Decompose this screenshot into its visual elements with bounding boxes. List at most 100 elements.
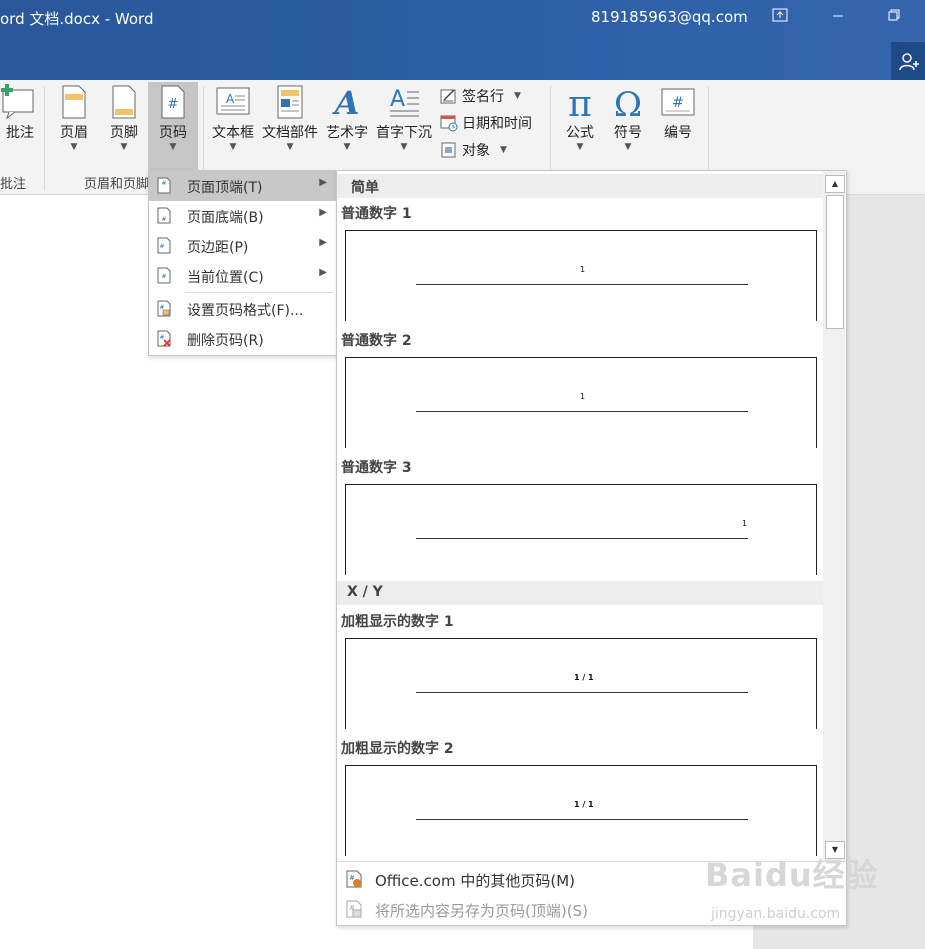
- restore-icon[interactable]: [874, 6, 914, 30]
- object-button[interactable]: 对象 ▼: [440, 140, 507, 160]
- object-icon: [441, 142, 456, 158]
- wordart-icon: A: [332, 84, 360, 120]
- menu-item-current-position[interactable]: # 当前位置(C) ▶: [149, 261, 337, 291]
- format-page-number-icon: #: [157, 300, 171, 317]
- signature-icon: [440, 89, 456, 104]
- page-number-menu: # 页面顶端(T) ▶ # 页面底端(B) ▶ # 页边距(P) ▶ # 当前位…: [148, 170, 338, 356]
- gallery-scrollbar[interactable]: ▲ ▼: [823, 171, 845, 861]
- chevron-down-icon: ▼: [343, 142, 351, 152]
- ribbon-display-options-icon[interactable]: [760, 6, 800, 30]
- menu-item-format-page-numbers[interactable]: # 设置页码格式(F)...: [149, 294, 337, 324]
- gallery-item-bold-number-1[interactable]: 1 / 1: [345, 638, 817, 729]
- page-bottom-icon: #: [157, 207, 171, 224]
- page-number-icon: #: [161, 85, 185, 119]
- page-top-icon: #: [157, 177, 171, 194]
- gallery-item-title: 加粗显示的数字 2: [341, 741, 454, 757]
- page-number-button[interactable]: # 页码 ▼: [148, 82, 198, 170]
- save-to-gallery-icon: #: [346, 900, 362, 918]
- thumb-header-line: [416, 692, 748, 693]
- svg-text:A: A: [390, 87, 405, 112]
- gallery-item-plain-number-3[interactable]: 1: [345, 484, 817, 575]
- account-email[interactable]: 819185963@qq.com: [591, 8, 748, 26]
- gallery-item-title: 普通数字 1: [341, 206, 412, 222]
- remove-page-number-icon: #: [157, 330, 171, 347]
- chevron-right-icon: ▶: [319, 207, 327, 218]
- menu-separator: [185, 292, 333, 293]
- gallery-item-title: 加粗显示的数字 1: [341, 614, 454, 630]
- thumb-page-number: 1 / 1: [574, 673, 594, 682]
- thumb-page-number: 1: [742, 519, 748, 528]
- svg-text:#: #: [161, 216, 166, 223]
- minimize-icon[interactable]: [818, 6, 858, 30]
- thumb-page-number: 1 / 1: [574, 800, 594, 809]
- footer-button[interactable]: 页脚 ▼: [104, 84, 144, 152]
- chevron-down-icon: ▼: [286, 142, 294, 152]
- svg-text:#: #: [159, 243, 164, 250]
- chevron-down-icon: ▼: [500, 145, 507, 155]
- equation-button[interactable]: π 公式 ▼: [558, 84, 602, 152]
- svg-text:#: #: [168, 97, 179, 112]
- svg-text:#: #: [159, 334, 164, 341]
- chevron-down-icon: ▼: [229, 142, 237, 152]
- chevron-right-icon: ▶: [319, 267, 327, 278]
- chevron-down-icon: ▼: [169, 142, 177, 152]
- drop-cap-icon: A: [390, 87, 419, 117]
- gallery-category-xy: X / Y: [337, 581, 823, 605]
- svg-text:#: #: [161, 180, 166, 187]
- page-margin-icon: #: [157, 237, 171, 254]
- baidu-logo: Baidu经验: [705, 856, 879, 894]
- page-number-gallery: 简单 普通数字 1 1 普通数字 2 1 普通数字 3 1 X / Y 加粗显示…: [336, 170, 847, 926]
- chevron-down-icon: ▼: [576, 142, 584, 152]
- svg-text:A: A: [226, 92, 235, 106]
- thumb-header-line: [416, 284, 748, 285]
- scrollbar-thumb[interactable]: [826, 195, 844, 329]
- header-button[interactable]: 页眉 ▼: [54, 84, 94, 152]
- scroll-up-icon[interactable]: ▲: [825, 175, 845, 193]
- group-label-comments: 批注: [0, 177, 27, 192]
- svg-text:Ω: Ω: [614, 85, 642, 120]
- wordart-button[interactable]: A 艺术字 ▼: [322, 84, 372, 152]
- window-title: ord 文档.docx - Word: [0, 10, 154, 28]
- title-bar: ord 文档.docx - Word 819185963@qq.com: [0, 0, 925, 80]
- thumb-page-number: 1: [580, 392, 586, 401]
- footer-icon: [112, 85, 136, 119]
- gallery-item-plain-number-2[interactable]: 1: [345, 357, 817, 448]
- gallery-item-bold-number-2[interactable]: 1 / 1: [345, 765, 817, 856]
- menu-item-bottom-of-page[interactable]: # 页面底端(B) ▶: [149, 201, 337, 231]
- new-comment-button[interactable]: 批注: [0, 84, 36, 142]
- gallery-item-title: 普通数字 3: [341, 460, 412, 476]
- gallery-item-plain-number-1[interactable]: 1: [345, 230, 817, 321]
- chevron-down-icon: ▼: [400, 142, 408, 152]
- share-button[interactable]: [891, 42, 925, 80]
- calendar-clock-icon: [440, 115, 458, 132]
- drop-cap-button[interactable]: A 首字下沉 ▼: [374, 84, 434, 152]
- gallery-category-simple: 简单: [337, 174, 823, 198]
- pi-icon: π: [568, 84, 592, 120]
- symbol-button[interactable]: Ω 符号 ▼: [606, 84, 650, 152]
- quick-parts-button[interactable]: 文档部件 ▼: [260, 84, 320, 152]
- chevron-down-icon: ▼: [120, 142, 128, 152]
- thumb-header-line: [416, 538, 748, 539]
- chevron-right-icon: ▶: [319, 177, 327, 188]
- textbox-icon: A: [216, 87, 250, 115]
- user-add-icon: [899, 53, 919, 71]
- comment-icon: [1, 84, 34, 120]
- office-page-number-icon: #: [346, 870, 362, 888]
- menu-item-top-of-page[interactable]: # 页面顶端(T) ▶: [149, 171, 337, 201]
- thumb-header-line: [416, 411, 748, 412]
- textbox-button[interactable]: A 文本框 ▼: [208, 84, 258, 152]
- baidu-url: jingyan.baidu.com: [711, 906, 841, 922]
- number-button[interactable]: # 编号: [656, 84, 700, 142]
- separator: [44, 86, 45, 190]
- chevron-down-icon: ▼: [70, 142, 78, 152]
- chevron-down-icon: ▼: [624, 142, 632, 152]
- chevron-right-icon: ▶: [319, 237, 327, 248]
- menu-item-page-margins[interactable]: # 页边距(P) ▶: [149, 231, 337, 261]
- signature-line-button[interactable]: 签名行 ▼: [440, 86, 521, 106]
- gallery-item-title: 普通数字 2: [341, 333, 412, 349]
- quick-parts-icon: [277, 85, 303, 119]
- thumb-page-number: 1: [580, 265, 586, 274]
- svg-text:#: #: [672, 95, 684, 111]
- date-time-button[interactable]: 日期和时间: [440, 113, 532, 133]
- menu-item-remove-page-numbers[interactable]: # 删除页码(R): [149, 324, 337, 354]
